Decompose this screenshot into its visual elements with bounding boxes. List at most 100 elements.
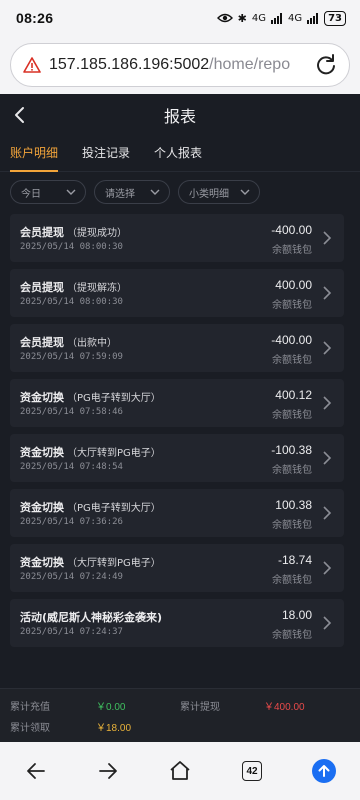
record-date: 2025/05/14 07:58:46	[20, 407, 123, 417]
browser-toolbar: 157.185.186.196:5002/home/repo	[0, 36, 360, 94]
record-subtype: （提现解冻）	[67, 283, 127, 294]
record-wallet: 余额钱包	[272, 520, 312, 531]
chevron-right-icon[interactable]	[318, 613, 336, 633]
list-item[interactable]: 会员提现 （提现成功） 2025/05/14 08:00:30 -400.00 余…	[10, 214, 344, 262]
record-amount: 400.12	[275, 388, 312, 402]
chevron-right-icon[interactable]	[318, 448, 336, 468]
chevron-right-icon[interactable]	[318, 228, 336, 248]
subtype-filter-value: 小类明细	[189, 188, 229, 200]
app-header: 报表	[0, 94, 360, 136]
list-item[interactable]: 资金切换 （PG电子转到大厅） 2025/05/14 07:58:46 400.1…	[10, 379, 344, 427]
url-text[interactable]: 157.185.186.196:5002/home/repo	[49, 56, 305, 74]
back-icon[interactable]	[8, 103, 32, 127]
page-title: 报表	[163, 107, 196, 126]
record-type: 会员提现	[20, 281, 64, 294]
total-withdraw-label: 累计提现	[180, 702, 220, 713]
record-type: 资金切换	[20, 391, 64, 404]
list-item[interactable]: 会员提现 （提现解冻） 2025/05/14 08:00:30 400.00 余额…	[10, 269, 344, 317]
record-subtype: （大厅转到PG电子）	[67, 448, 161, 459]
url-path: /home/repo	[209, 56, 291, 73]
total-bonus-value: ￥18.00	[96, 723, 132, 734]
chevron-right-icon[interactable]	[318, 283, 336, 303]
record-date: 2025/05/14 07:24:49	[20, 572, 123, 582]
tab-personal-report[interactable]: 个人报表	[154, 136, 202, 172]
record-subtype: （出款中）	[67, 338, 117, 349]
record-title: 资金切换 （大厅转到PG电子）	[20, 444, 161, 460]
nav-home-button[interactable]	[160, 751, 200, 791]
nav-tabs-button[interactable]: 42	[232, 751, 272, 791]
record-wallet: 余额钱包	[272, 355, 312, 366]
chevron-right-icon[interactable]	[318, 338, 336, 358]
total-bonus-label: 累计领取	[10, 723, 50, 734]
home-icon	[170, 761, 190, 780]
list-item[interactable]: 活动(威尼斯人神秘彩金袭来) 2025/05/14 07:24:37 18.00…	[10, 599, 344, 647]
record-subtype: （PG电子转到大厅）	[67, 503, 161, 514]
record-date: 2025/05/14 07:48:54	[20, 462, 123, 472]
record-title: 资金切换 （大厅转到PG电子）	[20, 554, 161, 570]
arrow-up-icon	[312, 759, 336, 783]
type-filter-value: 请选择	[105, 188, 135, 200]
signal-label-2: 4G	[287, 12, 303, 24]
record-type: 资金切换	[20, 501, 64, 514]
list-item[interactable]: 会员提现 （出款中） 2025/05/14 07:59:09 -400.00 余额…	[10, 324, 344, 372]
chevron-right-icon[interactable]	[318, 558, 336, 578]
chevron-right-icon[interactable]	[318, 393, 336, 413]
record-date: 2025/05/14 08:00:30	[20, 242, 123, 252]
record-amount: -18.74	[277, 553, 312, 567]
signal-icon	[270, 12, 282, 24]
record-amount: 100.38	[275, 498, 312, 512]
list-item[interactable]: 资金切换 （大厅转到PG电子） 2025/05/14 07:24:49 -18.7…	[10, 544, 344, 592]
record-title: 会员提现 （提现解冻）	[20, 279, 127, 295]
date-filter-select[interactable]: 今日	[10, 180, 86, 204]
list-item[interactable]: 资金切换 （PG电子转到大厅） 2025/05/14 07:36:26 100.3…	[10, 489, 344, 537]
record-type: 会员提现	[20, 226, 64, 239]
record-wallet: 余额钱包	[272, 300, 312, 311]
address-bar[interactable]: 157.185.186.196:5002/home/repo	[10, 43, 350, 87]
record-subtype: （大厅转到PG电子）	[67, 558, 161, 569]
status-icons: ✱ 4G 4G 73	[216, 10, 346, 26]
total-withdraw-value: ￥400.00	[264, 702, 305, 713]
record-subtype: （PG电子转到大厅）	[67, 393, 161, 404]
record-wallet: 余额钱包	[272, 575, 312, 586]
warning-icon[interactable]	[23, 56, 41, 74]
record-date: 2025/05/14 08:00:30	[20, 297, 123, 307]
bluetooth-icon: ✱	[237, 11, 247, 25]
record-type: 活动(威尼斯人神秘彩金袭来)	[20, 611, 163, 624]
transaction-list: 会员提现 （提现成功） 2025/05/14 08:00:30 -400.00 余…	[10, 214, 344, 654]
record-amount: 18.00	[281, 608, 312, 622]
status-time: 08:26	[16, 10, 54, 26]
record-subtype: （提现成功）	[67, 228, 127, 239]
nav-forward-button[interactable]	[88, 751, 128, 791]
browser-nav-bar: 42	[0, 742, 360, 800]
record-amount: -100.38	[271, 443, 312, 457]
tab-bet-records[interactable]: 投注记录	[82, 136, 130, 172]
record-wallet: 余额钱包	[272, 410, 312, 421]
record-type: 资金切换	[20, 556, 64, 569]
eye-icon	[216, 13, 233, 23]
chevron-down-icon	[240, 189, 250, 195]
record-wallet: 余额钱包	[272, 630, 312, 641]
status-bar: 08:26 ✱ 4G 4G 73	[0, 0, 360, 36]
tab-account-details[interactable]: 账户明细	[10, 136, 59, 172]
date-filter-value: 今日	[21, 188, 41, 200]
chevron-right-icon[interactable]	[318, 503, 336, 523]
nav-scroll-top-button[interactable]	[304, 751, 344, 791]
summary-panel: 累计充值 ￥0.00 累计提现 ￥400.00 累计领取 ￥18.00	[0, 688, 360, 742]
reload-icon[interactable]	[313, 52, 339, 78]
total-deposit-value: ￥0.00	[96, 702, 126, 713]
signal-icon-2	[307, 12, 319, 24]
arrow-right-icon	[99, 763, 117, 779]
list-item[interactable]: 资金切换 （大厅转到PG电子） 2025/05/14 07:48:54 -100.…	[10, 434, 344, 482]
url-host: 157.185.186.196:5002	[49, 56, 210, 73]
record-amount: 400.00	[275, 278, 312, 292]
type-filter-select[interactable]: 请选择	[94, 180, 170, 204]
subtype-filter-select[interactable]: 小类明细	[178, 180, 260, 204]
total-deposit-label: 累计充值	[10, 702, 50, 713]
record-title: 资金切换 （PG电子转到大厅）	[20, 389, 161, 405]
tabs-icon: 42	[242, 761, 262, 781]
record-wallet: 余额钱包	[272, 245, 312, 256]
chevron-down-icon	[150, 189, 160, 195]
record-title: 资金切换 （PG电子转到大厅）	[20, 499, 161, 515]
record-date: 2025/05/14 07:36:26	[20, 517, 123, 527]
nav-back-button[interactable]	[16, 751, 56, 791]
